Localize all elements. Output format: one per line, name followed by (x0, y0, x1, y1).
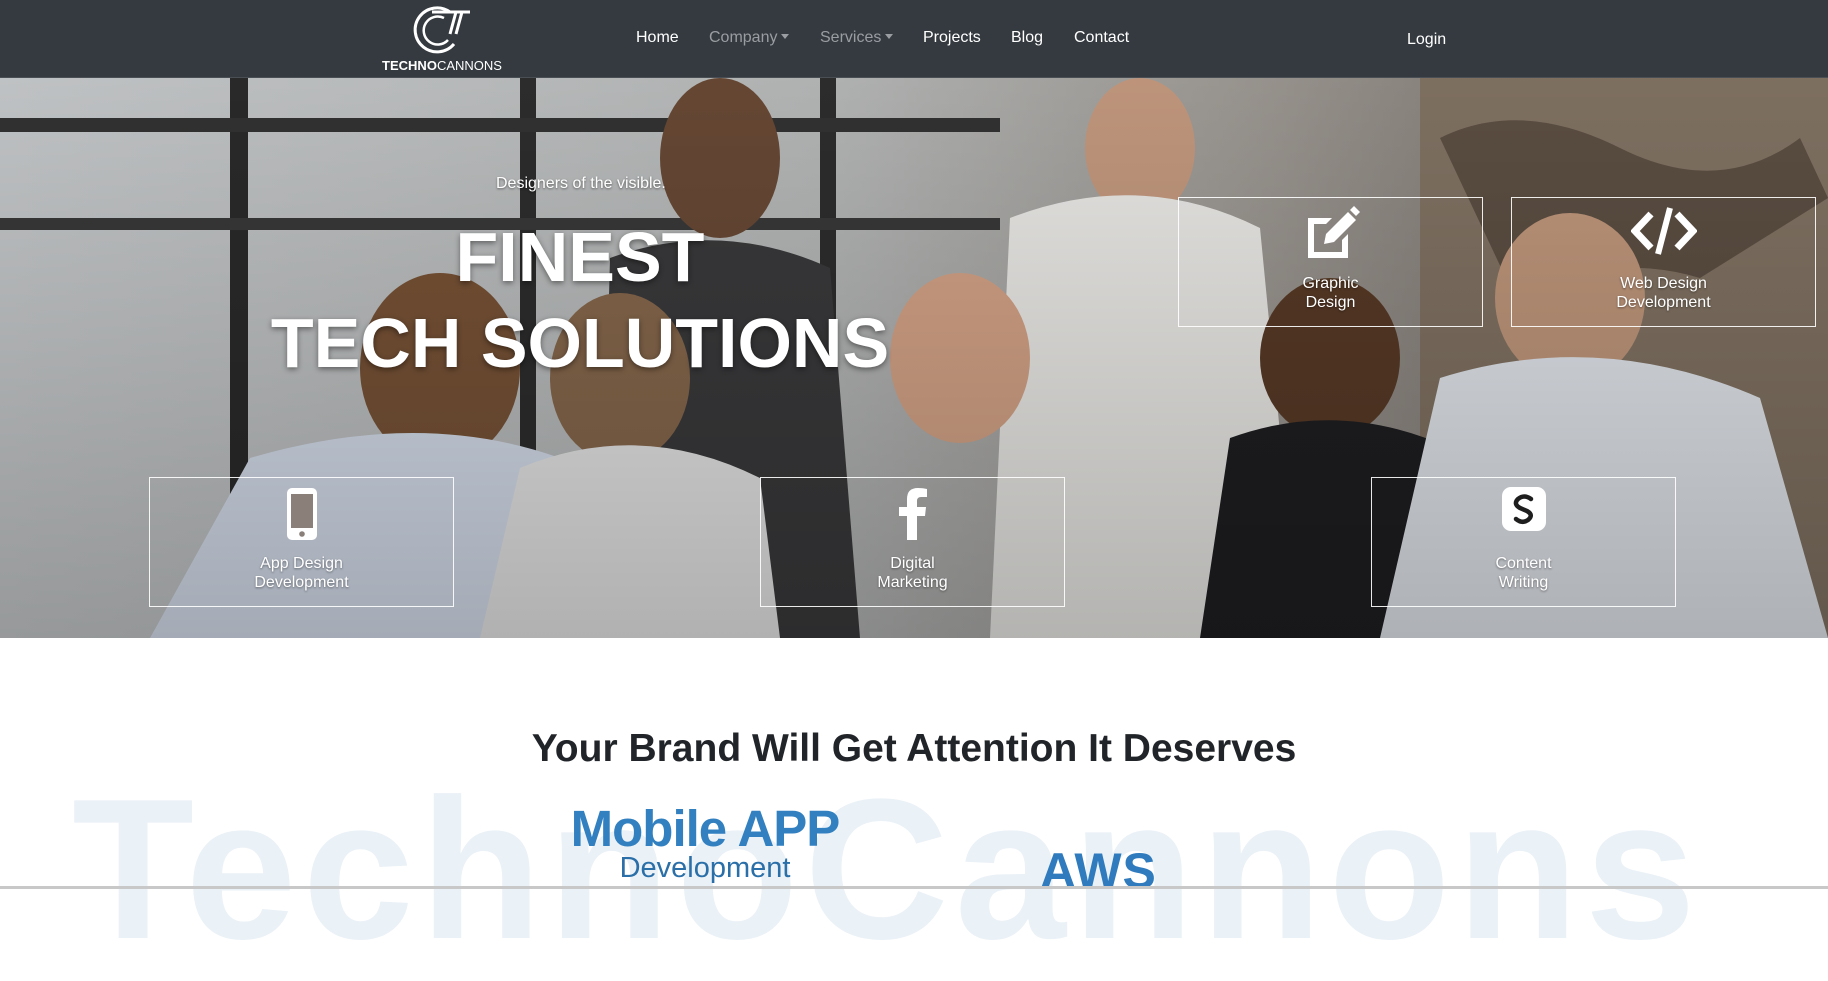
nav-home[interactable]: Home (636, 29, 679, 47)
service-label: Content Writing (1495, 555, 1552, 591)
mobile-phone-icon (150, 486, 453, 542)
service-label: Web Design Development (1616, 275, 1711, 311)
hero-banner: Designers of the visible. FINEST TECH SO… (0, 78, 1828, 638)
technocannons-logo[interactable]: TECHNOCANNONS (380, 4, 504, 74)
top-navbar: TECHNOCANNONS Home Company Services Proj… (0, 0, 1828, 78)
section-title: Your Brand Will Get Attention It Deserve… (531, 727, 1297, 770)
aws-promo: AWS (1040, 843, 1157, 899)
hero-title: FINEST TECH SOLUTIONS (220, 214, 940, 386)
hero-title-line-2: TECH SOLUTIONS (270, 304, 890, 382)
chevron-down-icon (885, 34, 894, 39)
facebook-icon (761, 486, 1064, 542)
service-graphic-design[interactable]: Graphic Design (1178, 197, 1483, 327)
service-label: Digital Marketing (877, 555, 948, 591)
watermark-text: TechnoCannons (72, 758, 1702, 981)
nav-projects[interactable]: Projects (923, 29, 981, 47)
hero-tagline: Designers of the visible. (496, 175, 666, 192)
service-digital-marketing[interactable]: Digital Marketing (760, 477, 1065, 607)
nav-company-label: Company (709, 29, 778, 46)
edit-icon (1179, 206, 1482, 262)
service-web-design[interactable]: Web Design Development (1511, 197, 1816, 327)
nav-services-dropdown[interactable]: Services (820, 29, 894, 47)
service-label: Graphic Design (1302, 275, 1359, 311)
code-icon (1512, 206, 1815, 262)
service-label: App Design Development (254, 555, 349, 591)
login-link[interactable]: Login (1407, 31, 1446, 49)
mobile-app-promo: Mobile APP Development (538, 800, 872, 884)
nav-services-label: Services (820, 29, 882, 46)
promo-heading: Mobile APP (570, 800, 841, 857)
nav-contact[interactable]: Contact (1074, 29, 1129, 47)
hero-title-line-1: FINEST (455, 218, 705, 296)
nav-blog[interactable]: Blog (1011, 29, 1043, 47)
logo-wordmark: TECHNOCANNONS (382, 58, 502, 73)
promo-subheading: Development (619, 852, 791, 884)
service-content-writing[interactable]: Content Writing (1371, 477, 1676, 607)
chevron-down-icon (781, 34, 790, 39)
content-writing-icon (1372, 486, 1675, 542)
service-app-design[interactable]: App Design Development (149, 477, 454, 607)
logo-mark-icon (413, 6, 470, 54)
nav-company-dropdown[interactable]: Company (709, 29, 790, 47)
